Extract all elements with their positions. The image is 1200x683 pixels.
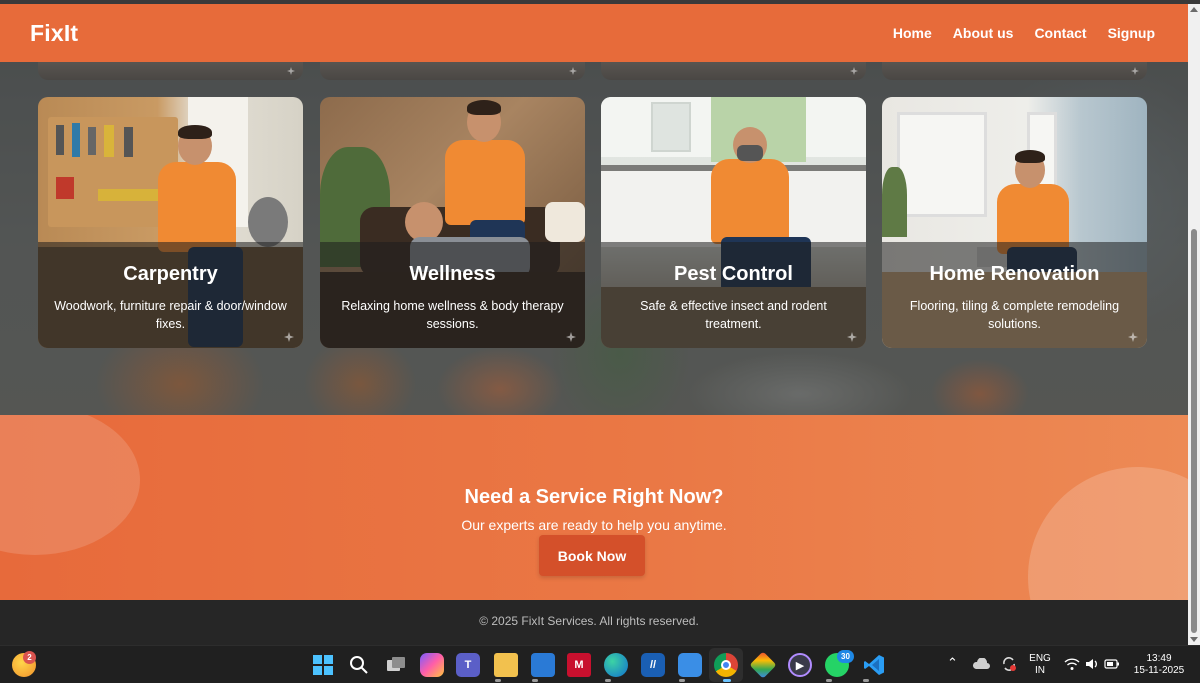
- running-indicator: [495, 679, 501, 682]
- azure-data-studio-icon[interactable]: //: [641, 653, 665, 677]
- browser-viewport: Carpentry Woodwork, furniture repair & d…: [0, 0, 1188, 645]
- clock[interactable]: 13:49 15-11-2025: [1128, 653, 1190, 677]
- scroll-thumb[interactable]: [1191, 229, 1197, 633]
- clock-time: 13:49: [1146, 653, 1172, 664]
- teams-icon[interactable]: T: [456, 653, 480, 677]
- scroll-up-arrow[interactable]: [1190, 7, 1198, 12]
- cta-section: Need a Service Right Now? Our experts ar…: [0, 415, 1188, 600]
- task-view-icon[interactable]: [384, 653, 408, 677]
- service-description: Flooring, tiling & complete remodeling s…: [909, 299, 1120, 331]
- service-card-home-renovation[interactable]: Home Renovation Flooring, tiling & compl…: [882, 97, 1147, 348]
- service-description: Relaxing home wellness & body therapy se…: [341, 299, 564, 331]
- copilot-icon[interactable]: [420, 653, 444, 677]
- running-indicator: [826, 679, 832, 682]
- whatsapp-badge: 30: [837, 650, 854, 663]
- media-player-icon[interactable]: ▶: [788, 653, 812, 677]
- battery-icon[interactable]: [1103, 655, 1121, 673]
- nav-home-link[interactable]: Home: [893, 25, 932, 41]
- service-title: Home Renovation: [929, 263, 1100, 285]
- running-indicator: [863, 679, 869, 682]
- clock-date: 15-11-2025: [1133, 665, 1185, 676]
- scroll-down-arrow[interactable]: [1190, 637, 1198, 642]
- decorative-circle: [0, 415, 140, 555]
- windows-taskbar: 2 T M // ▶ 30 ⌃ ENG IN 13:49 15-11-2025: [0, 645, 1200, 683]
- page-scrollbar[interactable]: [1188, 4, 1200, 645]
- site-logo[interactable]: FixIt: [30, 20, 78, 47]
- nav-contact-link[interactable]: Contact: [1034, 25, 1086, 41]
- mcafee-icon[interactable]: M: [567, 653, 591, 677]
- running-indicator: [679, 679, 685, 682]
- footer: © 2025 FixIt Services. All rights reserv…: [0, 600, 1188, 645]
- running-indicator: [723, 679, 731, 682]
- sync-icon[interactable]: [999, 655, 1019, 673]
- cta-title: Need a Service Right Now?: [464, 486, 724, 508]
- service-card-wellness[interactable]: Wellness Relaxing home wellness & body t…: [320, 97, 585, 348]
- chrome-icon[interactable]: [714, 653, 738, 677]
- service-description: Safe & effective insect and rodent treat…: [640, 299, 827, 331]
- navbar: FixIt Home About us Contact Signup: [0, 4, 1188, 62]
- chevron-up-icon[interactable]: ⌃: [947, 656, 958, 669]
- language-indicator[interactable]: ENG IN: [1028, 653, 1052, 677]
- service-title: Wellness: [409, 263, 496, 285]
- running-indicator: [532, 679, 538, 682]
- vscode-icon[interactable]: [862, 653, 886, 677]
- service-card-pest-control[interactable]: Pest Control Safe & effective insect and…: [601, 97, 866, 348]
- start-icon[interactable]: [311, 653, 335, 677]
- book-now-button[interactable]: Book Now: [539, 535, 645, 576]
- file-explorer-icon[interactable]: [494, 653, 518, 677]
- notification-badge: 2: [23, 651, 36, 664]
- wifi-icon[interactable]: [1063, 655, 1081, 673]
- volume-icon[interactable]: [1083, 655, 1101, 673]
- edge-icon[interactable]: [604, 653, 628, 677]
- service-title: Carpentry: [123, 263, 218, 285]
- nav-about-link[interactable]: About us: [953, 25, 1014, 41]
- git-tool-icon[interactable]: [749, 651, 777, 679]
- onedrive-icon[interactable]: [971, 655, 991, 673]
- service-title: Pest Control: [674, 263, 793, 285]
- cta-subtitle: Our experts are ready to help you anytim…: [461, 517, 727, 533]
- search-icon[interactable]: [347, 653, 371, 677]
- nav-links: Home About us Contact Signup: [893, 25, 1155, 41]
- language-code: ENG: [1029, 653, 1051, 664]
- region-code: IN: [1035, 665, 1045, 676]
- microsoft-store-icon[interactable]: [531, 653, 555, 677]
- copyright-text: © 2025 FixIt Services. All rights reserv…: [479, 613, 699, 628]
- service-card-carpentry[interactable]: Carpentry Woodwork, furniture repair & d…: [38, 97, 303, 348]
- running-indicator: [605, 679, 611, 682]
- nav-signup-link[interactable]: Signup: [1108, 25, 1155, 41]
- photos-icon[interactable]: [678, 653, 702, 677]
- service-description: Woodwork, furniture repair & door/window…: [54, 299, 287, 331]
